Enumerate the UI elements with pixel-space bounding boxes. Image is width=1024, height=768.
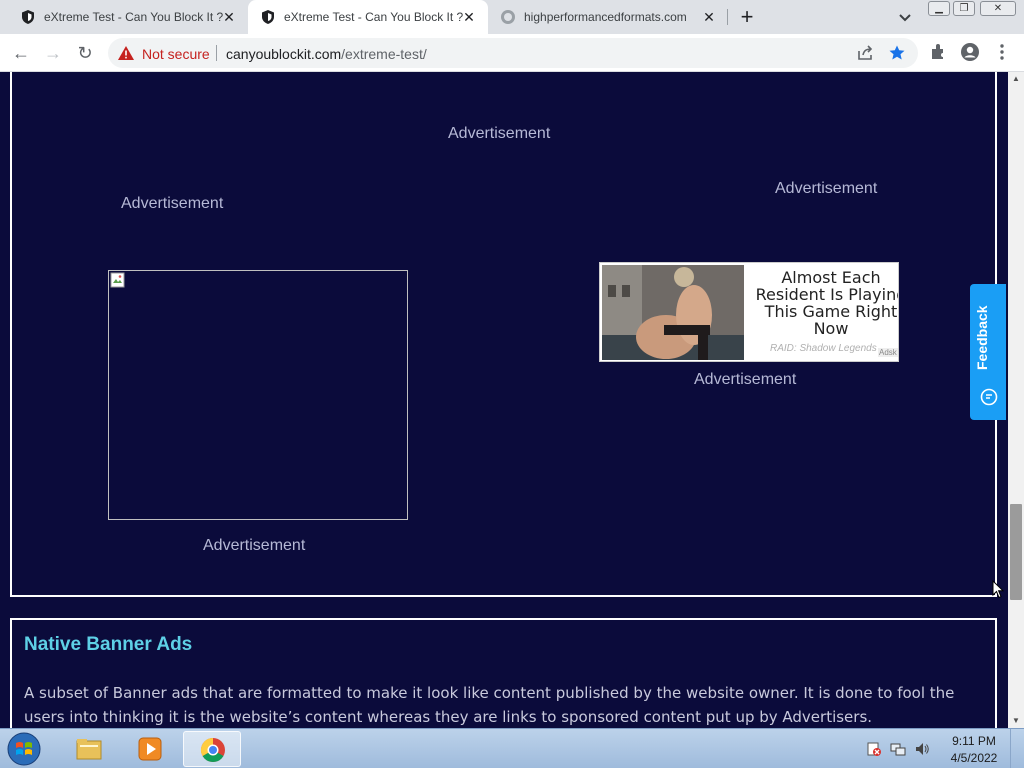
ad-label: Advertisement (448, 125, 551, 142)
tab-1[interactable]: eXtreme Test - Can You Block It ? ✕ (8, 0, 248, 34)
page-content: Advertisement Advertisement Advertisemen… (0, 72, 1008, 728)
windows-start-icon[interactable] (4, 731, 44, 767)
url-host: canyoublockit.com (226, 46, 342, 62)
native-banner-section: Native Banner Ads A subset of Banner ads… (10, 618, 997, 728)
taskbar-chrome[interactable] (183, 731, 241, 767)
network-icon[interactable] (890, 741, 906, 757)
minimize-button[interactable]: ▁ (928, 1, 950, 16)
tab-title: eXtreme Test - Can You Block It ? (284, 10, 464, 24)
chrome-icon (200, 738, 225, 763)
ad-headline[interactable]: Almost Each Resident Is Playing This Gam… (750, 269, 898, 337)
broken-image-icon (110, 272, 125, 288)
warning-icon (118, 46, 134, 60)
profile-icon[interactable] (960, 42, 980, 62)
star-icon[interactable] (888, 44, 906, 62)
native-ad-banner[interactable]: Almost Each Resident Is Playing This Gam… (599, 262, 899, 362)
browser-toolbar: ← → ↻ Not secure canyoublockit.com/extre… (0, 34, 1024, 72)
globe-icon (501, 10, 515, 24)
section-description: A subset of Banner ads that are formatte… (24, 684, 955, 726)
ad-label: Advertisement (121, 195, 224, 212)
restore-button[interactable]: ❐ (953, 1, 975, 16)
tab-title: highperformancedformats.com (524, 10, 687, 24)
mouse-cursor-icon (992, 580, 1004, 599)
url-path: /extreme-test/ (341, 46, 427, 62)
close-icon[interactable]: ✕ (220, 8, 238, 26)
tab-separator (727, 9, 728, 25)
media-player-icon (138, 737, 162, 761)
share-icon[interactable] (856, 44, 874, 62)
ad-choices-badge[interactable]: Adsk (878, 348, 898, 357)
taskbar-date[interactable]: 4/5/2022 (946, 751, 1002, 765)
page-scrollbar[interactable]: ▲ ▼ (1008, 72, 1024, 728)
action-center-icon[interactable] (866, 741, 882, 757)
ad-label: Advertisement (694, 371, 797, 388)
chat-icon (980, 388, 998, 406)
chevron-down-icon[interactable] (896, 8, 914, 26)
folder-icon (76, 739, 102, 760)
section-heading: Native Banner Ads (24, 634, 193, 655)
window-close-button[interactable]: ✕ (980, 1, 1016, 16)
url-text[interactable]: canyoublockit.com/extreme-test/ (226, 46, 427, 62)
tab-2[interactable]: eXtreme Test - Can You Block It ? ✕ (248, 0, 488, 34)
broken-ad-frame[interactable] (108, 270, 408, 520)
close-icon[interactable]: ✕ (460, 8, 478, 26)
address-bar[interactable]: Not secure canyoublockit.com/extreme-tes… (108, 38, 918, 68)
omnibox-separator (216, 45, 217, 61)
close-icon[interactable]: ✕ (700, 8, 718, 26)
shield-icon (262, 10, 274, 24)
reload-button[interactable]: ↻ (74, 42, 96, 64)
back-button[interactable]: ← (10, 42, 32, 64)
feedback-button[interactable]: Feedback (970, 284, 1006, 420)
ad-label: Advertisement (203, 537, 306, 554)
tab-title: eXtreme Test - Can You Block It ? (44, 10, 224, 24)
tab-3[interactable]: highperformancedformats.com ✕ (488, 0, 728, 34)
menu-icon[interactable] (992, 42, 1012, 62)
scroll-down-arrow[interactable]: ▼ (1008, 714, 1024, 728)
scroll-up-arrow[interactable]: ▲ (1008, 72, 1024, 86)
extensions-icon[interactable] (928, 42, 948, 62)
ad-image (602, 265, 744, 360)
taskbar-explorer[interactable] (60, 731, 118, 767)
taskbar-time[interactable]: 9:11 PM (946, 734, 1002, 748)
show-desktop-button[interactable] (1010, 729, 1024, 768)
volume-icon[interactable] (914, 741, 930, 757)
windows-taskbar: 9:11 PM 4/5/2022 (0, 728, 1024, 768)
ad-source: RAID: Shadow Legends (770, 343, 877, 354)
security-status[interactable]: Not secure (142, 46, 210, 62)
ad-label: Advertisement (775, 180, 878, 197)
forward-button[interactable]: → (42, 42, 64, 64)
feedback-label: Feedback (974, 305, 990, 370)
tab-strip: eXtreme Test - Can You Block It ? ✕ eXtr… (0, 0, 1024, 34)
new-tab-button[interactable]: + (735, 6, 759, 30)
taskbar-media-player[interactable] (121, 731, 179, 767)
shield-icon (22, 10, 34, 24)
scroll-thumb[interactable] (1010, 504, 1022, 600)
